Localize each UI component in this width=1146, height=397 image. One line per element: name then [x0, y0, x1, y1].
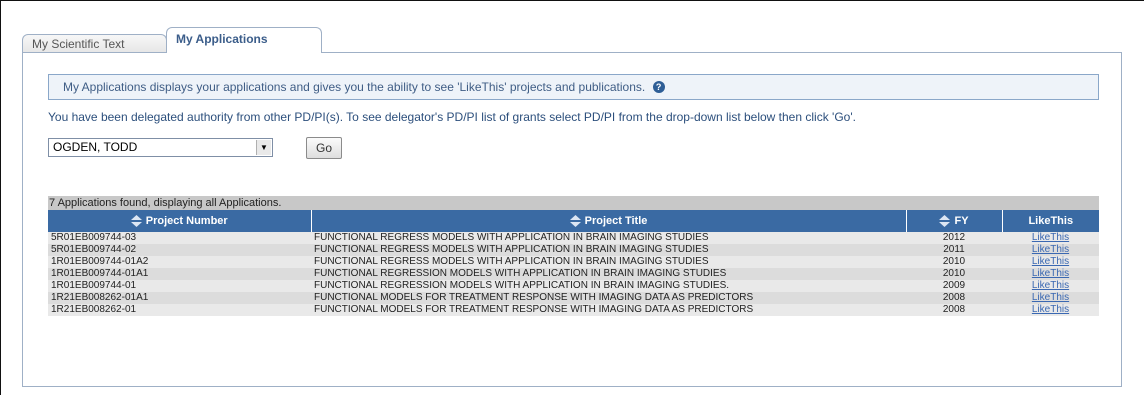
likethis-cell: LikeThis	[1002, 280, 1099, 292]
tab-my-scientific-text[interactable]: My Scientific Text	[22, 34, 167, 53]
project-number-cell: 5R01EB009744-03	[48, 232, 311, 244]
likethis-link[interactable]: LikeThis	[1032, 244, 1069, 255]
sort-updown-icon[interactable]	[130, 215, 142, 228]
project-title-cell: FUNCTIONAL REGRESSION MODELS WITH APPLIC…	[311, 280, 906, 292]
project-number-cell: 5R01EB009744-02	[48, 244, 311, 256]
tab-my-applications[interactable]: My Applications	[166, 27, 322, 53]
fy-cell: 2008	[906, 304, 1002, 316]
dropdown-arrow-icon[interactable]: ▼	[256, 140, 271, 155]
likethis-link[interactable]: LikeThis	[1032, 292, 1069, 303]
results-count: 7 Applications found, displaying all App…	[48, 196, 1099, 210]
column-header-label: FY	[954, 214, 969, 227]
table-row: 1R21EB008262-01 FUNCTIONAL MODELS FOR TR…	[48, 304, 1099, 316]
column-header-fy[interactable]: FY	[906, 210, 1003, 232]
project-title-cell: FUNCTIONAL REGRESSION MODELS WITH APPLIC…	[311, 268, 906, 280]
go-button[interactable]: Go	[306, 137, 342, 159]
table-row: 1R01EB009744-01A1 FUNCTIONAL REGRESSION …	[48, 268, 1099, 280]
sort-updown-icon[interactable]	[939, 215, 951, 228]
table-row: 1R21EB008262-01A1 FUNCTIONAL MODELS FOR …	[48, 292, 1099, 304]
likethis-link[interactable]: LikeThis	[1032, 232, 1069, 243]
likethis-link[interactable]: LikeThis	[1032, 280, 1069, 291]
table-row: 5R01EB009744-02 FUNCTIONAL REGRESS MODEL…	[48, 244, 1099, 256]
likethis-cell: LikeThis	[1002, 256, 1099, 268]
table-header-row: Project Number Project Title FY LikeThis	[48, 210, 1099, 232]
likethis-link[interactable]: LikeThis	[1032, 304, 1069, 315]
likethis-cell: LikeThis	[1002, 268, 1099, 280]
likethis-cell: LikeThis	[1002, 244, 1099, 256]
project-number-cell: 1R01EB009744-01A1	[48, 268, 311, 280]
column-header-project-title[interactable]: Project Title	[311, 210, 907, 232]
likethis-link[interactable]: LikeThis	[1032, 268, 1069, 279]
pdpi-select[interactable]: OGDEN, TODD ▼	[48, 138, 273, 157]
project-number-cell: 1R21EB008262-01	[48, 304, 311, 316]
project-title-cell: FUNCTIONAL REGRESS MODELS WITH APPLICATI…	[311, 256, 906, 268]
project-title-cell: FUNCTIONAL REGRESS MODELS WITH APPLICATI…	[311, 232, 906, 244]
project-title-cell: FUNCTIONAL MODELS FOR TREATMENT RESPONSE…	[311, 292, 906, 304]
delegation-text: You have been delegated authority from o…	[48, 110, 856, 124]
pdpi-select-value: OGDEN, TODD	[53, 140, 138, 154]
table-row: 1R01EB009744-01A2 FUNCTIONAL REGRESS MOD…	[48, 256, 1099, 268]
fy-cell: 2011	[906, 244, 1002, 256]
column-header-project-number[interactable]: Project Number	[48, 210, 312, 232]
info-box: My Applications displays your applicatio…	[48, 74, 1099, 100]
table-row: 1R01EB009744-01 FUNCTIONAL REGRESSION MO…	[48, 280, 1099, 292]
likethis-cell: LikeThis	[1002, 304, 1099, 316]
likethis-cell: LikeThis	[1002, 292, 1099, 304]
project-title-cell: FUNCTIONAL REGRESS MODELS WITH APPLICATI…	[311, 244, 906, 256]
fy-cell: 2009	[906, 280, 1002, 292]
project-title-cell: FUNCTIONAL MODELS FOR TREATMENT RESPONSE…	[311, 304, 906, 316]
likethis-cell: LikeThis	[1002, 232, 1099, 244]
column-header-label: Project Title	[584, 214, 648, 227]
column-header-likethis: LikeThis	[1002, 210, 1099, 232]
sort-updown-icon[interactable]	[569, 215, 581, 228]
likethis-link[interactable]: LikeThis	[1032, 256, 1069, 267]
project-number-cell: 1R21EB008262-01A1	[48, 292, 311, 304]
column-header-label: Project Number	[145, 214, 228, 227]
column-header-label: LikeThis	[1028, 215, 1074, 227]
info-text: My Applications displays your applicatio…	[63, 80, 646, 94]
fy-cell: 2010	[906, 256, 1002, 268]
project-number-cell: 1R01EB009744-01	[48, 280, 311, 292]
project-number-cell: 1R01EB009744-01A2	[48, 256, 311, 268]
table-row: 5R01EB009744-03 FUNCTIONAL REGRESS MODEL…	[48, 232, 1099, 244]
fy-cell: 2010	[906, 268, 1002, 280]
applications-table: Project Number Project Title FY LikeThis…	[48, 210, 1099, 316]
fy-cell: 2012	[906, 232, 1002, 244]
fy-cell: 2008	[906, 292, 1002, 304]
help-icon[interactable]: ?	[652, 80, 665, 93]
